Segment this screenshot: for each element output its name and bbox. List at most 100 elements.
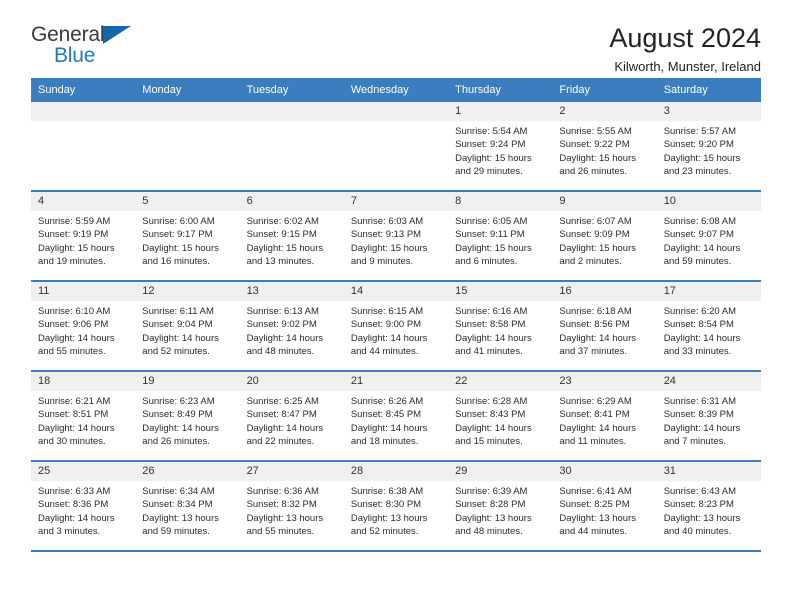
brand-logo[interactable]: General Blue xyxy=(31,22,151,66)
day-details: Sunrise: 6:25 AM Sunset: 8:47 PM Daylight:… xyxy=(240,391,344,449)
daylight-text-line2: and 29 minutes. xyxy=(455,166,523,178)
daylight-text-line2: and 26 minutes. xyxy=(559,166,628,178)
daylight-text-line2: and 44 minutes. xyxy=(559,526,628,538)
day-details: Sunrise: 6:07 AM Sunset: 9:09 PM Daylight:… xyxy=(552,211,656,269)
daylight-text-line2: and 11 minutes. xyxy=(559,436,627,448)
day-cell-inner xyxy=(31,102,136,190)
sunrise-text: Sunrise: 6:39 AM xyxy=(455,486,528,497)
day-number xyxy=(31,102,136,121)
sunset-text: Sunset: 9:15 PM xyxy=(246,229,317,241)
day-number: 7 xyxy=(343,192,449,211)
calendar-day-cell[interactable]: 27 Sunrise: 6:36 AM Sunset: 8:32 PM Dayligh… xyxy=(239,461,344,552)
day-cell-inner: 3 Sunrise: 5:57 AM Sunset: 9:20 PM Daylight… xyxy=(656,102,761,190)
title-block: August 2024 Kilworth, Munster, Ireland xyxy=(609,22,761,77)
calendar-day-cell[interactable]: 13 Sunrise: 6:13 AM Sunset: 9:02 PM Dayligh… xyxy=(239,281,344,372)
sunrise-text: Sunrise: 6:33 AM xyxy=(38,486,111,497)
daylight-text-line2: and 26 minutes. xyxy=(142,436,210,448)
calendar-day-cell[interactable]: 28 Sunrise: 6:38 AM Sunset: 8:30 PM Dayligh… xyxy=(343,461,449,552)
sunrise-text: Sunrise: 6:25 AM xyxy=(246,396,319,407)
calendar-day-cell[interactable]: 1 Sunrise: 5:54 AM Sunset: 9:24 PM Daylight… xyxy=(448,102,553,192)
day-cell-inner xyxy=(343,102,449,190)
calendar-day-cell[interactable]: 18 Sunrise: 6:21 AM Sunset: 8:51 PM Dayligh… xyxy=(31,371,136,462)
sunrise-text: Sunrise: 6:38 AM xyxy=(350,486,424,497)
sunset-text: Sunset: 9:24 PM xyxy=(455,139,526,151)
sunset-text: Sunset: 8:41 PM xyxy=(559,409,630,421)
sunrise-text: Sunrise: 6:29 AM xyxy=(559,396,632,407)
day-number: 12 xyxy=(135,282,240,301)
day-cell-inner: 8 Sunrise: 6:05 AM Sunset: 9:11 PM Daylight… xyxy=(448,192,553,280)
calendar-day-cell[interactable]: 9 Sunrise: 6:07 AM Sunset: 9:09 PM Daylight… xyxy=(552,191,657,282)
calendar-day-cell[interactable]: 11 Sunrise: 6:10 AM Sunset: 9:06 PM Dayligh… xyxy=(31,281,136,372)
calendar-day-cell[interactable]: 31 Sunrise: 6:43 AM Sunset: 8:23 PM Dayligh… xyxy=(656,461,761,552)
day-details xyxy=(240,121,344,125)
sunrise-text: Sunrise: 6:16 AM xyxy=(455,306,528,317)
calendar-day-cell[interactable]: 4 Sunrise: 5:59 AM Sunset: 9:19 PM Daylight… xyxy=(31,191,136,282)
sunrise-text: Sunrise: 6:00 AM xyxy=(142,216,215,227)
sunset-text: Sunset: 9:06 PM xyxy=(38,319,109,331)
calendar-day-cell[interactable]: 19 Sunrise: 6:23 AM Sunset: 8:49 PM Dayligh… xyxy=(135,371,240,462)
day-number: 27 xyxy=(239,462,344,481)
day-number: 23 xyxy=(552,372,657,391)
calendar-day-cell[interactable]: 15 Sunrise: 6:16 AM Sunset: 8:58 PM Dayligh… xyxy=(448,281,553,372)
day-cell-inner: 4 Sunrise: 5:59 AM Sunset: 9:19 PM Daylight… xyxy=(31,192,136,280)
calendar-day-cell[interactable]: 6 Sunrise: 6:02 AM Sunset: 9:15 PM Daylight… xyxy=(239,191,344,282)
sunset-text: Sunset: 8:43 PM xyxy=(455,409,526,421)
sunset-text: Sunset: 8:56 PM xyxy=(559,319,630,331)
calendar-day-cell[interactable]: 3 Sunrise: 5:57 AM Sunset: 9:20 PM Daylight… xyxy=(656,102,761,192)
day-details: Sunrise: 6:34 AM Sunset: 8:34 PM Daylight:… xyxy=(135,481,239,539)
calendar-day-cell[interactable]: 10 Sunrise: 6:08 AM Sunset: 9:07 PM Dayligh… xyxy=(656,191,761,282)
calendar-day-cell[interactable]: 23 Sunrise: 6:29 AM Sunset: 8:41 PM Dayligh… xyxy=(552,371,657,462)
daylight-text-line2: and 48 minutes. xyxy=(246,346,315,358)
daylight-text-line1: Daylight: 14 hours xyxy=(455,332,532,344)
sunset-text: Sunset: 8:28 PM xyxy=(455,499,526,511)
calendar-day-cell[interactable]: 8 Sunrise: 6:05 AM Sunset: 9:11 PM Daylight… xyxy=(448,191,553,282)
day-cell-inner: 2 Sunrise: 5:55 AM Sunset: 9:22 PM Daylight… xyxy=(552,102,657,190)
day-number xyxy=(343,102,449,121)
daylight-text-line1: Daylight: 14 hours xyxy=(38,332,115,344)
day-number: 1 xyxy=(448,102,553,121)
day-cell-inner: 12 Sunrise: 6:11 AM Sunset: 9:04 PM Dayligh… xyxy=(135,282,240,370)
calendar-day-cell[interactable]: 14 Sunrise: 6:15 AM Sunset: 9:00 PM Dayligh… xyxy=(343,281,449,372)
daylight-text-line1: Daylight: 14 hours xyxy=(663,242,741,254)
sunset-text: Sunset: 8:51 PM xyxy=(38,409,109,421)
calendar-day-cell[interactable]: 21 Sunrise: 6:26 AM Sunset: 8:45 PM Dayligh… xyxy=(343,371,449,462)
sunset-text: Sunset: 9:11 PM xyxy=(455,229,525,241)
sunset-text: Sunset: 9:07 PM xyxy=(663,229,734,241)
calendar-day-cell[interactable]: 24 Sunrise: 6:31 AM Sunset: 8:39 PM Dayligh… xyxy=(656,371,761,462)
sunrise-text: Sunrise: 6:18 AM xyxy=(559,306,632,317)
weekday-header-monday: Monday xyxy=(135,78,240,102)
day-details: Sunrise: 6:33 AM Sunset: 8:36 PM Daylight:… xyxy=(31,481,135,539)
calendar-day-cell[interactable]: 16 Sunrise: 6:18 AM Sunset: 8:56 PM Dayligh… xyxy=(552,281,657,372)
calendar-day-cell[interactable]: 22 Sunrise: 6:28 AM Sunset: 8:43 PM Dayligh… xyxy=(448,371,553,462)
calendar-day-cell[interactable]: 5 Sunrise: 6:00 AM Sunset: 9:17 PM Daylight… xyxy=(135,191,240,282)
sunset-text: Sunset: 9:04 PM xyxy=(142,319,213,331)
calendar-day-cell[interactable]: 25 Sunrise: 6:33 AM Sunset: 8:36 PM Dayligh… xyxy=(31,461,136,552)
calendar-day-cell[interactable]: 17 Sunrise: 6:20 AM Sunset: 8:54 PM Dayligh… xyxy=(656,281,761,372)
daylight-text-line2: and 19 minutes. xyxy=(38,256,106,268)
daylight-text-line1: Daylight: 15 hours xyxy=(559,242,636,254)
calendar-day-cell[interactable]: 7 Sunrise: 6:03 AM Sunset: 9:13 PM Daylight… xyxy=(343,191,449,282)
daylight-text-line1: Daylight: 15 hours xyxy=(350,242,428,254)
sunrise-text: Sunrise: 6:08 AM xyxy=(663,216,737,227)
daylight-text-line1: Daylight: 14 hours xyxy=(559,422,636,434)
calendar-day-cell[interactable]: 29 Sunrise: 6:39 AM Sunset: 8:28 PM Dayligh… xyxy=(448,461,553,552)
day-cell-inner: 22 Sunrise: 6:28 AM Sunset: 8:43 PM Dayligh… xyxy=(448,372,553,460)
calendar-day-cell[interactable]: 30 Sunrise: 6:41 AM Sunset: 8:25 PM Dayligh… xyxy=(552,461,657,552)
day-cell-inner: 24 Sunrise: 6:31 AM Sunset: 8:39 PM Dayligh… xyxy=(656,372,761,460)
daylight-text-line1: Daylight: 13 hours xyxy=(559,512,636,524)
day-cell-inner: 26 Sunrise: 6:34 AM Sunset: 8:34 PM Dayligh… xyxy=(135,462,240,550)
sunset-text: Sunset: 8:58 PM xyxy=(455,319,526,331)
day-cell-inner: 6 Sunrise: 6:02 AM Sunset: 9:15 PM Daylight… xyxy=(239,192,344,280)
sunrise-text: Sunrise: 6:21 AM xyxy=(38,396,111,407)
day-cell-inner: 7 Sunrise: 6:03 AM Sunset: 9:13 PM Daylight… xyxy=(343,192,449,280)
sunrise-text: Sunrise: 6:36 AM xyxy=(246,486,319,497)
calendar-day-cell[interactable]: 2 Sunrise: 5:55 AM Sunset: 9:22 PM Daylight… xyxy=(552,102,657,192)
daylight-text-line2: and 55 minutes. xyxy=(246,526,315,538)
calendar-day-cell[interactable]: 26 Sunrise: 6:34 AM Sunset: 8:34 PM Dayligh… xyxy=(135,461,240,552)
calendar-day-cell[interactable]: 12 Sunrise: 6:11 AM Sunset: 9:04 PM Dayligh… xyxy=(135,281,240,372)
daylight-text-line1: Daylight: 14 hours xyxy=(350,422,428,434)
day-details: Sunrise: 5:59 AM Sunset: 9:19 PM Daylight:… xyxy=(31,211,135,269)
day-number xyxy=(239,102,344,121)
calendar-day-cell[interactable]: 20 Sunrise: 6:25 AM Sunset: 8:47 PM Dayligh… xyxy=(239,371,344,462)
day-cell-inner: 28 Sunrise: 6:38 AM Sunset: 8:30 PM Dayligh… xyxy=(343,462,449,550)
